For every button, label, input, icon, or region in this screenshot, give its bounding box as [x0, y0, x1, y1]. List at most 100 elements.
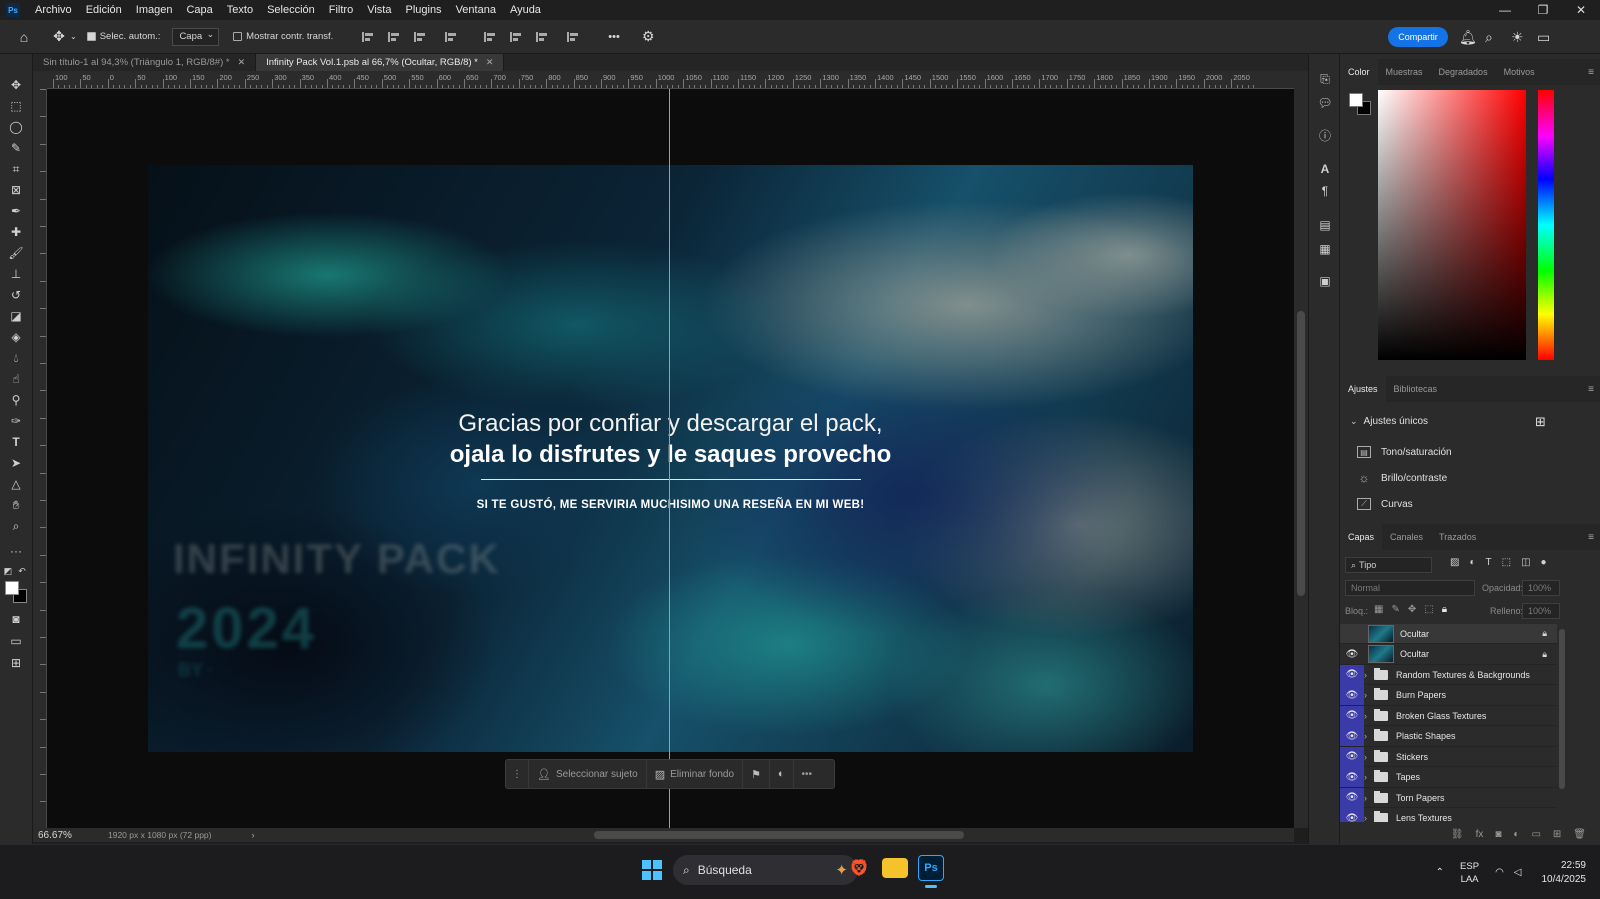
home-icon[interactable]: ⌂: [16, 29, 32, 45]
close-window-icon[interactable]: ✕: [1562, 0, 1600, 20]
eraser-tool-icon[interactable]: ◪: [6, 307, 26, 325]
link-layers-icon[interactable]: ⛓: [1451, 829, 1464, 840]
info-icon[interactable]: ⓘ: [1316, 126, 1334, 144]
libraries-icon[interactable]: ▣: [1316, 272, 1334, 290]
tab-color_panel-3[interactable]: Motivos: [1496, 59, 1543, 85]
align-middle-v-icon[interactable]: [510, 31, 522, 42]
paragraph-icon[interactable]: ¶: [1316, 182, 1334, 200]
vertical-ruler[interactable]: [33, 89, 47, 830]
auto-select-target-dropdown[interactable]: Capa: [172, 27, 220, 46]
layer-row[interactable]: 👁︎ › Broken Glass Textures: [1340, 705, 1557, 726]
chevron-right-icon[interactable]: ›: [1364, 690, 1374, 700]
layer-row[interactable]: 👁︎ › Lens Textures: [1340, 808, 1557, 822]
lasso-tool-icon[interactable]: ◯: [6, 118, 26, 136]
tab-color_panel-0[interactable]: Color: [1340, 59, 1378, 85]
menu-plugins[interactable]: Plugins: [398, 4, 448, 16]
show-transform-checkbox[interactable]: Mostrar contr. transf.: [233, 31, 333, 42]
panel-menu-icon[interactable]: ≡: [1588, 532, 1594, 543]
visibility-eye-icon[interactable]: 👁︎: [1340, 787, 1364, 808]
vertical-scroll-thumb[interactable]: [1297, 311, 1305, 596]
foreground-color-swatch[interactable]: [5, 581, 19, 595]
visibility-eye-icon[interactable]: 👁︎: [1340, 808, 1364, 822]
select-subject-button[interactable]: 👤︎ Seleccionar sujeto: [529, 759, 647, 789]
shape-filter-icon[interactable]: ⬚: [1502, 557, 1511, 568]
layers-scroll-thumb[interactable]: [1559, 629, 1565, 789]
discover-icon[interactable]: ☀: [1511, 29, 1524, 46]
filter-toggle-icon[interactable]: ●: [1541, 557, 1547, 568]
vertical-scrollbar[interactable]: [1294, 71, 1308, 828]
restore-icon[interactable]: ❐: [1524, 0, 1562, 20]
pen-tool-icon[interactable]: ✑: [6, 412, 26, 430]
paint-bucket-tool-icon[interactable]: ◈: [6, 328, 26, 346]
share-button[interactable]: Compartir: [1388, 27, 1448, 47]
properties-icon[interactable]: ▤: [1316, 216, 1334, 234]
chevron-right-icon[interactable]: ›: [1364, 670, 1374, 680]
close-icon[interactable]: ✕: [486, 57, 494, 68]
layer-row[interactable]: 👁︎ › Stickers: [1340, 746, 1557, 767]
menu-vista[interactable]: Vista: [360, 4, 398, 16]
chevron-right-icon[interactable]: ›: [252, 830, 255, 840]
drag-handle-icon[interactable]: ⋮: [506, 759, 529, 789]
visibility-eye-icon[interactable]: 👁︎: [1340, 644, 1364, 664]
tab-layers_panel-0[interactable]: Capas: [1340, 524, 1383, 550]
shape-tool-icon[interactable]: △: [6, 475, 26, 493]
swap-colors-icon[interactable]: ↶: [16, 562, 28, 580]
layer-row[interactable]: 👁︎ › Plastic Shapes: [1340, 726, 1557, 747]
tab-color_panel-1[interactable]: Muestras: [1378, 59, 1431, 85]
tab-adjustments_panel-1[interactable]: Bibliotecas: [1386, 376, 1446, 402]
chevron-right-icon[interactable]: ›: [1364, 711, 1374, 721]
brush-tool-icon[interactable]: 🖌︎: [6, 244, 26, 262]
move-tool-icon[interactable]: ✥: [6, 76, 26, 94]
taskbar-search[interactable]: ⌕ Búsqueda ✦: [673, 855, 858, 885]
dodge-tool-icon[interactable]: ⚲: [6, 391, 26, 409]
flag-icon[interactable]: ⚑: [743, 759, 770, 789]
photoshop-taskbar-icon[interactable]: Ps: [918, 855, 944, 881]
menu-ventana[interactable]: Ventana: [449, 4, 503, 16]
tab-layers_panel-1[interactable]: Canales: [1382, 524, 1431, 550]
quick-mask-icon[interactable]: ◙: [6, 610, 26, 628]
gear-icon[interactable]: ⚙: [642, 28, 655, 45]
lock-transparent-icon[interactable]: ▦: [1374, 604, 1383, 615]
type-tool-icon[interactable]: T: [6, 433, 26, 451]
brave-browser-icon[interactable]: 🦁︎: [846, 855, 872, 881]
visibility-eye-icon[interactable]: 👁︎: [1340, 746, 1364, 767]
opacity-input[interactable]: 100%: [1522, 580, 1560, 596]
visibility-eye-icon[interactable]: 👁︎: [1340, 664, 1364, 685]
canvas-area[interactable]: INFINITY PACK 2024 BY · Gracias por conf…: [47, 89, 1294, 828]
trash-icon[interactable]: 🗑︎: [1573, 829, 1586, 840]
tab-adjustments_panel-0[interactable]: Ajustes: [1340, 376, 1386, 402]
visibility-eye-icon[interactable]: 👁︎: [1340, 624, 1364, 644]
menu-archivo[interactable]: Archivo: [28, 4, 79, 16]
adjustment-curves[interactable]: ⟋ Curvas: [1357, 498, 1413, 510]
layer-row[interactable]: 👁︎ › Tapes: [1340, 767, 1557, 788]
close-icon[interactable]: ✕: [238, 57, 246, 68]
chevron-right-icon[interactable]: ›: [1364, 772, 1374, 782]
minimize-icon[interactable]: —: [1486, 0, 1524, 20]
visibility-eye-icon[interactable]: 👁︎: [1340, 685, 1364, 705]
zoom-tool-icon[interactable]: ⌕: [6, 517, 26, 535]
tab-untitled-1[interactable]: Sin título-1 al 94,3% (Triángulo 1, RGB/…: [33, 54, 257, 71]
remove-background-button[interactable]: ▨ Eliminar fondo: [647, 759, 744, 789]
more-tools-icon[interactable]: ···: [6, 542, 26, 560]
frame-tool-icon[interactable]: ⊠: [6, 181, 26, 199]
quick-select-tool-icon[interactable]: ✎: [6, 139, 26, 157]
add-mask-icon[interactable]: ◙: [1495, 829, 1501, 840]
chevron-down-icon[interactable]: ⌄: [70, 32, 77, 41]
fill-input[interactable]: 100%: [1522, 603, 1560, 619]
align-top-icon[interactable]: [484, 31, 496, 42]
chevron-right-icon[interactable]: ›: [1364, 752, 1374, 762]
layer-row[interactable]: 👁︎ Ocultar 🔒︎: [1340, 624, 1557, 644]
new-layer-icon[interactable]: ⊞: [1553, 829, 1561, 840]
grid-view-icon[interactable]: ⊞: [1535, 414, 1546, 430]
hand-tool-icon[interactable]: ✋︎: [6, 496, 26, 514]
panel-menu-icon[interactable]: ≡: [1588, 67, 1594, 78]
healing-brush-tool-icon[interactable]: ✚: [6, 223, 26, 241]
artboard[interactable]: INFINITY PACK 2024 BY · Gracias por conf…: [148, 165, 1193, 752]
layer-filter-dropdown[interactable]: ⌕ Tipo: [1345, 557, 1432, 573]
visibility-eye-icon[interactable]: 👁︎: [1340, 767, 1364, 787]
blend-mode-dropdown[interactable]: Normal: [1345, 580, 1475, 596]
distribute-v-icon[interactable]: [567, 31, 579, 42]
default-colors-icon[interactable]: ◩: [2, 562, 14, 580]
menu-imagen[interactable]: Imagen: [129, 4, 180, 16]
new-adjustment-icon[interactable]: ◐: [1513, 829, 1519, 840]
